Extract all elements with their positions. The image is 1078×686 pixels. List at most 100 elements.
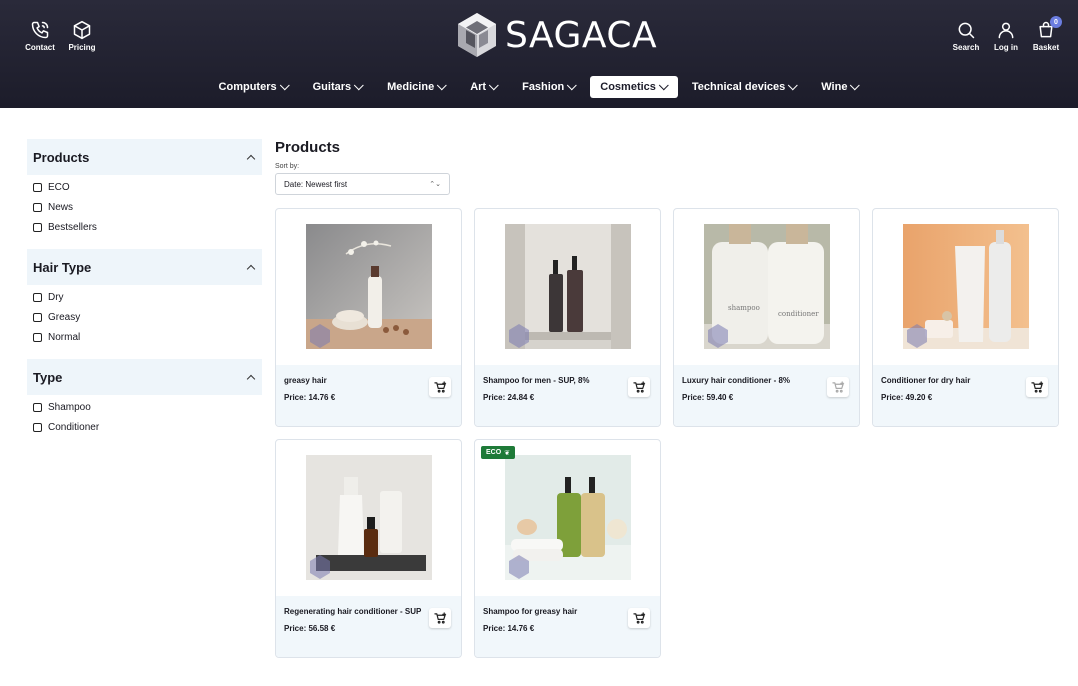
- filter-option-bestsellers[interactable]: Bestsellers: [27, 217, 262, 237]
- filter-option-greasy[interactable]: Greasy: [27, 307, 262, 327]
- checkbox[interactable]: [33, 292, 42, 302]
- basket-button[interactable]: 0 Basket: [1032, 16, 1062, 52]
- add-to-cart-button[interactable]: [628, 377, 650, 397]
- search-button[interactable]: Search: [952, 20, 980, 52]
- filter-option-news[interactable]: News: [27, 197, 262, 217]
- header-left-actions: Contact Pricing: [25, 20, 96, 52]
- nav-label: Fashion: [522, 81, 565, 93]
- filter-group-hair-type: Hair Type Dry Greasy Normal: [27, 249, 262, 347]
- product-name[interactable]: Luxury hair conditioner - 8%: [682, 375, 822, 387]
- product-info: greasy hair Price: 14.76 €: [276, 365, 461, 426]
- product-listing: Products Sort by: Date: Newest first ⌃⌄: [275, 139, 450, 195]
- filter-option-label: ECO: [48, 181, 70, 193]
- login-label: Log in: [994, 43, 1018, 52]
- filter-title: Hair Type: [33, 259, 92, 275]
- phone-icon: [31, 21, 49, 39]
- basket-label: Basket: [1032, 43, 1060, 52]
- filter-header-type[interactable]: Type: [27, 359, 262, 395]
- chevron-down-icon: [279, 79, 290, 90]
- checkbox[interactable]: [33, 222, 42, 232]
- product-card[interactable]: Regenerating hair conditioner - SUP Pric…: [275, 439, 462, 658]
- product-card[interactable]: ECO ❦ Shampoo for greasy hair Price: 14.…: [474, 439, 661, 658]
- product-info: Shampoo for men - SUP, 8% Price: 24.84 €: [475, 365, 660, 426]
- nav-label: Computers: [218, 81, 277, 93]
- pricing-label: Pricing: [68, 43, 96, 52]
- cart-plus-icon: [632, 612, 645, 624]
- eco-badge-label: ECO: [486, 449, 502, 456]
- filter-title: Type: [33, 369, 63, 385]
- product-name[interactable]: greasy hair: [284, 375, 424, 387]
- eco-badge: ECO ❦: [481, 446, 516, 459]
- chevron-down-icon: [437, 79, 447, 90]
- checkbox[interactable]: [33, 202, 42, 212]
- filter-option-normal[interactable]: Normal: [27, 327, 262, 347]
- filter-group-products: Products ECO News Bestsellers: [27, 139, 262, 237]
- chevron-up-icon: [246, 374, 256, 383]
- product-name[interactable]: Shampoo for men - SUP, 8%: [483, 375, 623, 387]
- filter-option-label: Shampoo: [48, 401, 91, 413]
- product-name[interactable]: Shampoo for greasy hair: [483, 606, 623, 618]
- filter-option-dry[interactable]: Dry: [27, 287, 262, 307]
- login-button[interactable]: Log in: [992, 20, 1020, 52]
- add-to-cart-button[interactable]: [827, 377, 849, 397]
- product-card[interactable]: Shampoo for men - SUP, 8% Price: 24.84 €: [474, 208, 661, 427]
- cart-plus-icon: [831, 381, 844, 393]
- chevron-down-icon: [850, 79, 861, 90]
- user-icon: [998, 22, 1014, 39]
- leaf-icon: ❦: [504, 449, 511, 457]
- pricing-button[interactable]: Pricing: [68, 20, 96, 52]
- nav-item-art[interactable]: Art: [460, 76, 508, 98]
- filter-option-label: Dry: [48, 291, 64, 303]
- nav-item-medicine[interactable]: Medicine: [377, 76, 456, 98]
- product-name[interactable]: Conditioner for dry hair: [881, 375, 1021, 387]
- sort-value: Date: Newest first: [284, 179, 348, 189]
- nav-item-guitars[interactable]: Guitars: [303, 76, 374, 98]
- header-right-actions: Search Log in 0 Basket: [952, 16, 1062, 52]
- product-card[interactable]: greasy hair Price: 14.76 €: [275, 208, 462, 427]
- site-logo[interactable]: SAGACA: [455, 11, 657, 59]
- checkbox[interactable]: [33, 182, 42, 192]
- nav-item-computers[interactable]: Computers: [209, 76, 299, 98]
- product-price: Price: 59.40 €: [682, 393, 734, 402]
- nav-item-fashion[interactable]: Fashion: [512, 76, 586, 98]
- cart-plus-icon: [632, 381, 645, 393]
- product-card[interactable]: Conditioner for dry hair Price: 49.20 €: [872, 208, 1059, 427]
- contact-label: Contact: [25, 43, 55, 52]
- sort-select[interactable]: Date: Newest first ⌃⌄: [275, 173, 450, 195]
- filter-sidebar: Products ECO News Bestsellers Hair Type …: [27, 139, 262, 449]
- chevron-up-icon: [246, 154, 256, 163]
- nav-item-wine[interactable]: Wine: [811, 76, 869, 98]
- filter-header-products[interactable]: Products: [27, 139, 262, 175]
- checkbox[interactable]: [33, 402, 42, 412]
- add-to-cart-button[interactable]: [1026, 377, 1048, 397]
- basket-count-badge: 0: [1050, 16, 1062, 28]
- search-label: Search: [952, 43, 980, 52]
- nav-label: Technical devices: [691, 81, 786, 93]
- checkbox[interactable]: [33, 332, 42, 342]
- svg-text:shampoo: shampoo: [728, 304, 760, 312]
- filter-header-hair-type[interactable]: Hair Type: [27, 249, 262, 285]
- filter-option-eco[interactable]: ECO: [27, 177, 262, 197]
- add-to-cart-button[interactable]: [429, 608, 451, 628]
- product-info: Shampoo for greasy hair Price: 14.76 €: [475, 596, 660, 657]
- filter-option-conditioner[interactable]: Conditioner: [27, 417, 262, 437]
- add-to-cart-button[interactable]: [429, 377, 451, 397]
- filter-title: Products: [33, 149, 90, 165]
- product-price: Price: 56.58 €: [284, 624, 336, 633]
- checkbox[interactable]: [33, 312, 42, 322]
- nav-item-technical-devices[interactable]: Technical devices: [682, 76, 807, 98]
- chevron-down-icon: [788, 79, 799, 90]
- filter-option-label: Normal: [48, 331, 81, 343]
- contact-button[interactable]: Contact: [25, 20, 55, 52]
- product-info: Luxury hair conditioner - 8% Price: 59.4…: [674, 365, 859, 426]
- product-price: Price: 49.20 €: [881, 393, 933, 402]
- nav-label: Wine: [821, 81, 848, 93]
- sort-label: Sort by:: [275, 163, 300, 170]
- filter-option-shampoo[interactable]: Shampoo: [27, 397, 262, 417]
- product-name[interactable]: Regenerating hair conditioner - SUP: [284, 606, 424, 618]
- nav-item-cosmetics[interactable]: Cosmetics: [590, 76, 678, 98]
- product-card[interactable]: shampoo conditioner Luxury hair conditio…: [673, 208, 860, 427]
- checkbox[interactable]: [33, 422, 42, 432]
- add-to-cart-button[interactable]: [628, 608, 650, 628]
- product-image: shampoo conditioner: [704, 224, 830, 349]
